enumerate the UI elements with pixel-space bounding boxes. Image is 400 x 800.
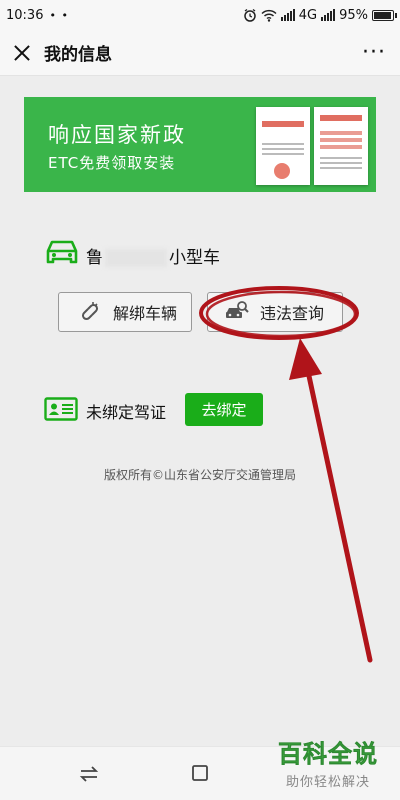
title-bar: 我的信息 ···: [0, 30, 400, 76]
battery-icon: [372, 9, 397, 21]
clock: 10:36: [6, 7, 44, 23]
violation-query-button[interactable]: 违法查询: [207, 292, 343, 332]
home-square-icon[interactable]: [190, 763, 210, 783]
switch-apps-icon[interactable]: [78, 765, 100, 783]
banner-subtitle: ETC免费领取安装: [48, 154, 176, 172]
watermark-sub: 助你轻松解决: [285, 775, 370, 790]
document-image: [314, 107, 368, 185]
violation-query-label: 违法查询: [260, 304, 325, 323]
wifi-icon: [261, 9, 277, 22]
battery-percent: 95%: [339, 7, 368, 23]
plate-redacted: [105, 249, 167, 267]
document-image: [256, 107, 310, 185]
vehicle-plate: 鲁 小型车: [86, 243, 220, 268]
watermark-main: 百科全说: [278, 740, 378, 769]
network-type: 4G: [298, 7, 318, 23]
plate-prefix: 鲁: [86, 248, 103, 268]
car-icon: [46, 240, 78, 264]
annotation-arrow: [303, 359, 373, 663]
notification-dots: • •: [49, 8, 69, 22]
alarm-icon: [243, 8, 256, 22]
car-search-icon: [226, 301, 249, 318]
bind-license-button[interactable]: 去绑定: [185, 393, 263, 426]
unbind-vehicle-button[interactable]: 解绑车辆: [58, 292, 192, 332]
page-title: 我的信息: [44, 45, 112, 65]
etc-promo-banner[interactable]: 响应国家新政 ETC免费领取安装: [24, 97, 376, 192]
vehicle-type: 小型车: [169, 248, 220, 268]
close-icon[interactable]: [12, 43, 32, 63]
banner-title: 响应国家新政: [48, 123, 186, 147]
more-options-icon[interactable]: ···: [362, 41, 386, 63]
copyright-text: 版权所有©山东省公安厅交通管理局: [103, 468, 296, 482]
license-status: 未绑定驾证: [86, 403, 167, 422]
watermark-logo: 百科全说 助你轻松解决: [268, 734, 388, 790]
status-bar: 10:36 • • 4G 95%: [0, 0, 400, 30]
id-card-icon: [44, 397, 78, 421]
signal-icon: [280, 9, 295, 21]
arrow-head: [289, 338, 322, 380]
signal-icon-2: [321, 9, 336, 21]
unbind-vehicle-label: 解绑车辆: [113, 304, 178, 323]
link-icon: [81, 302, 99, 321]
